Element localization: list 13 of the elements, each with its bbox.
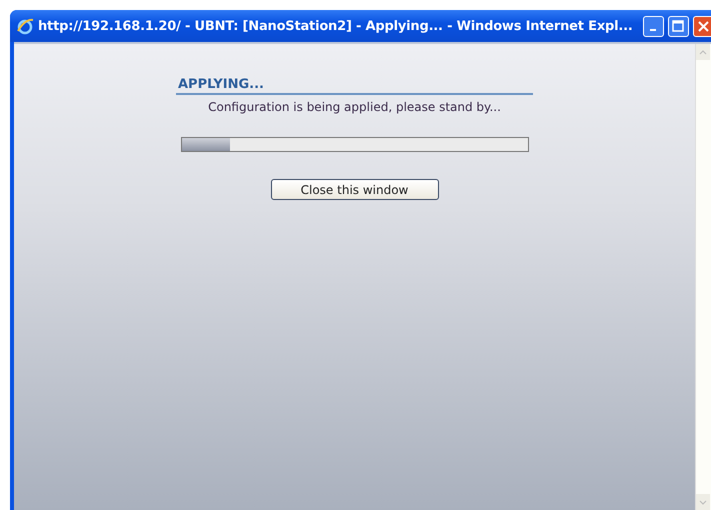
chevron-up-icon <box>699 50 707 54</box>
chevron-down-icon <box>699 500 707 504</box>
minimize-button[interactable] <box>642 16 664 36</box>
close-icon <box>698 20 709 32</box>
maximize-icon <box>672 20 684 32</box>
status-message: Configuration is being applied, please stand by... <box>208 100 501 114</box>
close-button[interactable] <box>692 16 711 36</box>
minimize-icon <box>650 29 656 31</box>
maximize-button[interactable] <box>668 16 689 36</box>
close-window-button[interactable]: Close this window <box>270 179 438 200</box>
window-title: http://192.168.1.20/ - UBNT: [NanoStation2] - Applying... - Windows Internet Expl... <box>38 18 633 34</box>
dialog-heading: APPLYING... <box>176 77 533 95</box>
browser-logo-icon <box>16 17 34 35</box>
